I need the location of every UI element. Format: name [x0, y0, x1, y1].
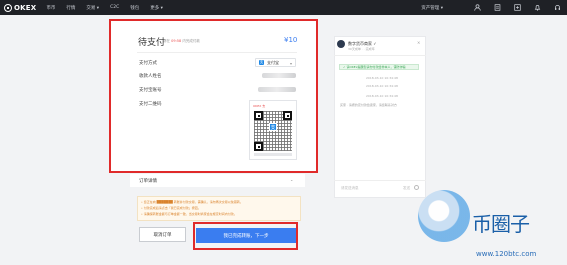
payment-method-value: 支付宝: [267, 59, 279, 65]
nav-item-wallet[interactable]: 钱包: [130, 5, 139, 11]
chat-send-button[interactable]: 发送: [403, 186, 410, 191]
chat-safety-notice: ✓ 请OKEx提醒您请勿付款给非本人，谨防诈骗: [339, 64, 419, 70]
chat-message-input[interactable]: 请发送消息: [341, 186, 359, 191]
countdown-timer: 09:58: [171, 39, 182, 43]
notice-line: • 您正在向 ███████ 转账并付款交易，需确认，请勿再次交易以免错转。: [141, 200, 243, 204]
qr-finder-icon: [254, 111, 263, 120]
watermark-url: www.120btc.com: [476, 250, 537, 258]
chevron-down-icon: ▾: [289, 60, 292, 66]
divider: [137, 52, 297, 53]
bell-icon[interactable]: [533, 4, 541, 12]
payment-qrcode: OKEX 支 支: [249, 100, 297, 160]
okex-logo-icon: [4, 3, 12, 12]
close-icon[interactable]: ×: [417, 40, 420, 45]
divider: [334, 55, 426, 56]
avatar: [337, 40, 345, 48]
okex-logo[interactable]: OKEX: [4, 3, 37, 12]
qr-finder-icon: [254, 142, 263, 151]
payee-name-label: 收款人姓名: [139, 74, 162, 79]
payment-amount: ¥10: [284, 36, 298, 44]
payment-countdown-text: 请在 09:58 内完成付款: [163, 39, 200, 43]
qrcode-label: 支付二维码: [139, 102, 162, 107]
plus-icon[interactable]: [513, 4, 521, 12]
chat-timestamp: 2018-03-10 10:34:48: [366, 94, 398, 98]
nav-item-c2c[interactable]: C2C: [110, 5, 119, 11]
alipay-qr-logo-icon: 支: [269, 123, 277, 131]
payment-method-select[interactable]: 支 支付宝 ▾: [255, 58, 296, 67]
nav-item-more[interactable]: 更多 ▾: [150, 5, 163, 11]
top-right-actions: 资产管理 ▾: [421, 0, 561, 15]
top-navbar: OKEX 币币 行情 交易 ▾ C2C 钱包 更多 ▾ 资产管理 ▾: [0, 0, 567, 15]
merchant-stats: 30天成单 · · 完成率: [348, 47, 375, 51]
notice-line: • 请确保转账金额与订单金额一致，当交易时商家会在规定时间内付款。: [141, 212, 237, 216]
chat-timestamp: 2018-03-10 10:34:48: [366, 76, 398, 80]
chat-timestamp: 2018-03-10 10:34:48: [366, 84, 398, 88]
qr-header: OKEX 支: [253, 104, 266, 108]
qr-finder-icon: [283, 111, 292, 120]
watermark-logo-icon: [418, 190, 470, 242]
alipay-account-redacted: [258, 87, 296, 92]
notice-line: • 付款完成后请点击「我已完成付款」按钮。: [141, 206, 201, 210]
logo-text: OKEX: [14, 3, 37, 12]
user-icon[interactable]: [473, 4, 481, 12]
chevron-down-icon[interactable]: ⌄: [290, 177, 293, 182]
payee-name-redacted: [262, 73, 296, 78]
doc-icon[interactable]: [493, 4, 501, 12]
nav-item-coin[interactable]: 币币: [46, 5, 55, 11]
payment-method-label: 支付方式: [139, 61, 157, 66]
qr-footer: [254, 153, 292, 156]
nav-item-market[interactable]: 行情: [66, 5, 75, 11]
cancel-order-button[interactable]: 取消订单: [139, 227, 186, 242]
alipay-account-label: 支付宝账号: [139, 88, 162, 93]
order-details-label[interactable]: 订单详情: [139, 178, 157, 184]
alipay-icon: 支: [259, 60, 264, 65]
chat-panel: [334, 36, 426, 198]
nav-item-trade[interactable]: 交易 ▾: [86, 5, 99, 11]
chat-system-message: 买家 · 请按约定付款给卖家，请您联系对方: [340, 103, 397, 107]
payment-status-title: 待支付: [138, 38, 166, 48]
divider: [334, 180, 426, 181]
headset-icon[interactable]: [553, 4, 561, 12]
confirm-payment-button[interactable]: 我已完成转账，下一步: [196, 228, 296, 243]
watermark-text: 币圈子: [472, 212, 530, 236]
main-nav: 币币 行情 交易 ▾ C2C 钱包 更多 ▾: [46, 5, 174, 11]
emoji-icon[interactable]: [414, 185, 419, 190]
asset-management-menu[interactable]: 资产管理 ▾: [421, 5, 443, 11]
